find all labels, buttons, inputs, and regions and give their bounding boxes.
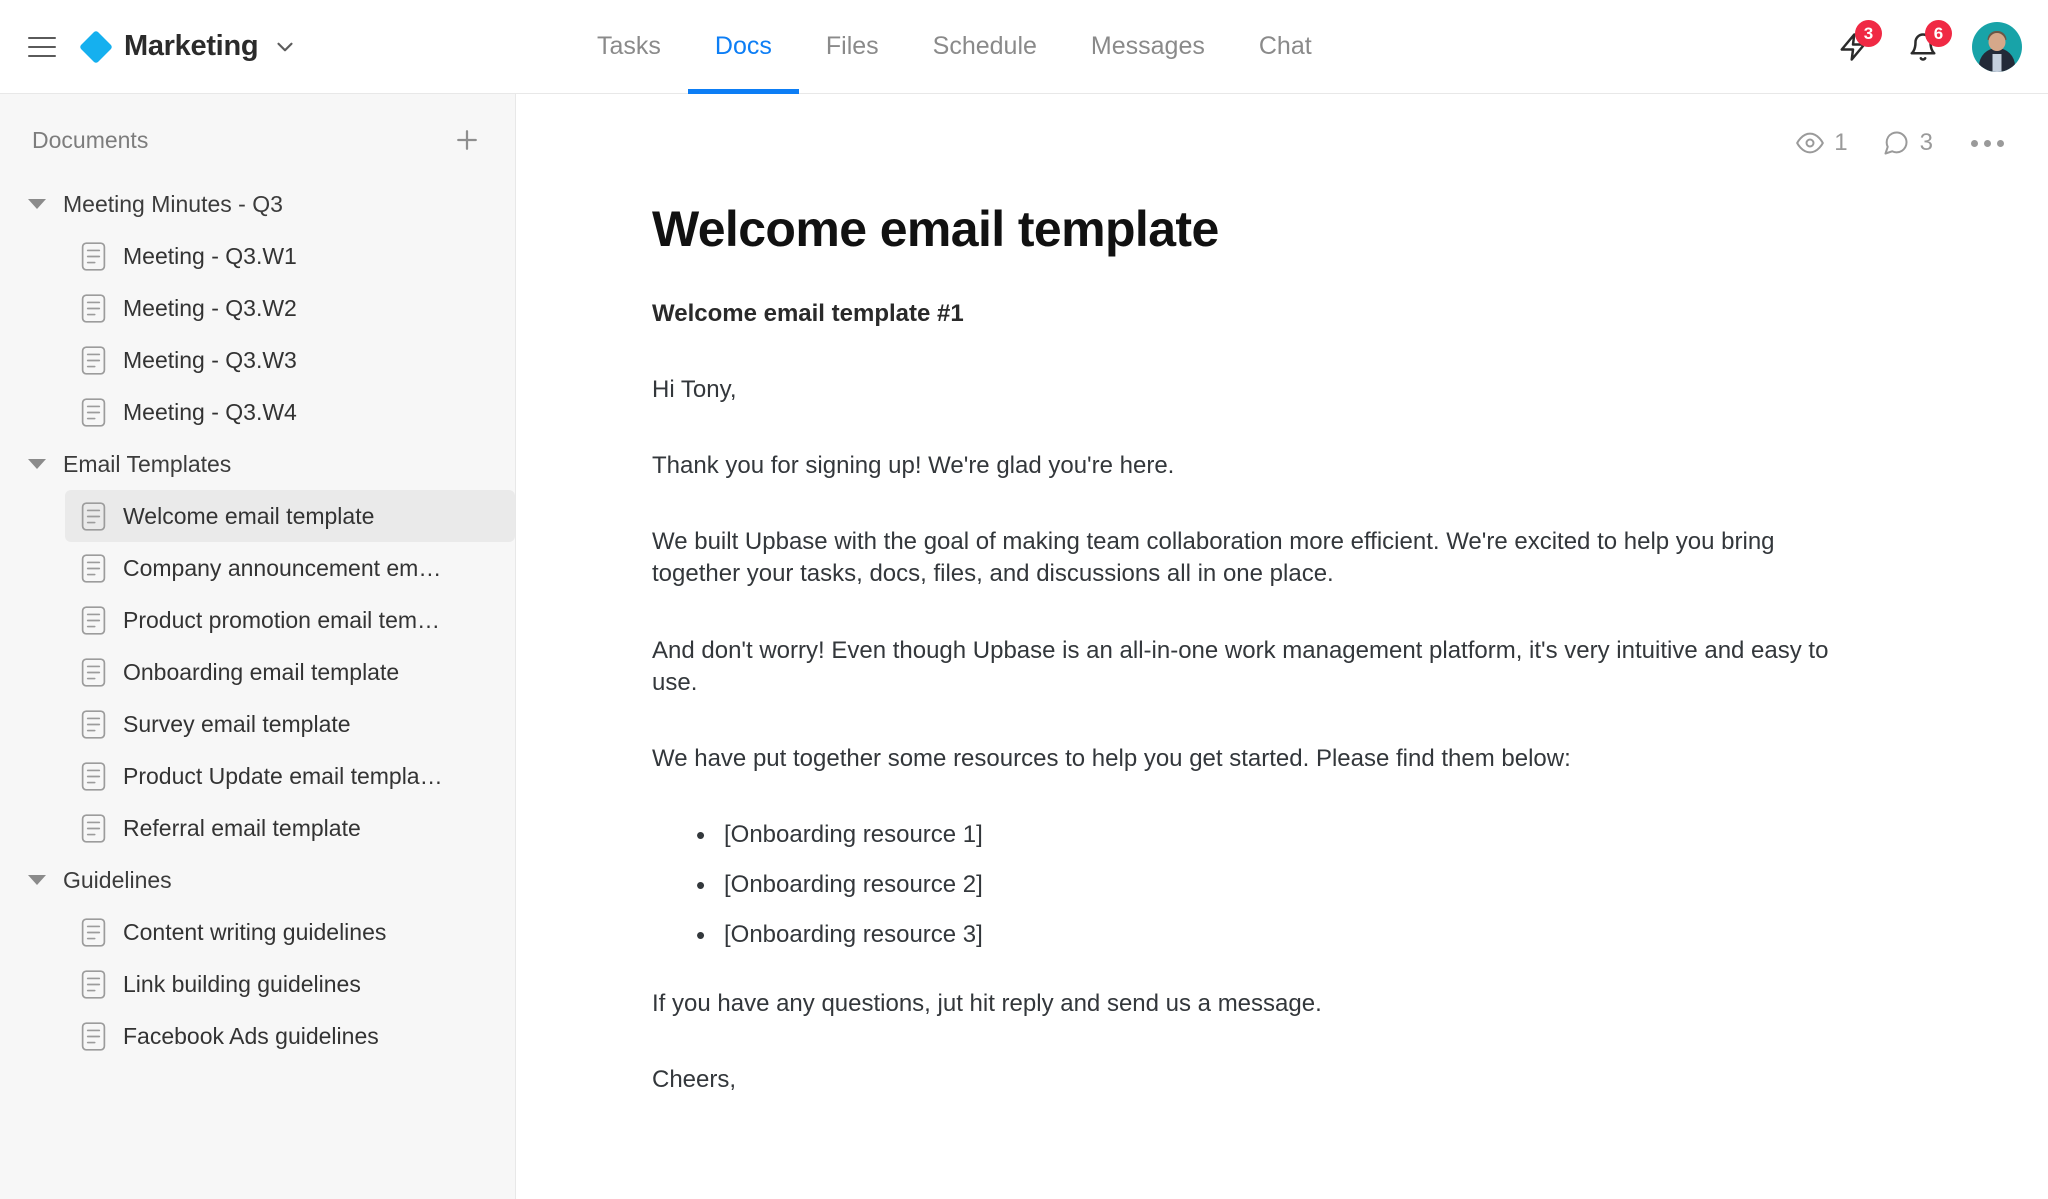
document-viewer: 1 3 Welcome email template Welcome email…	[517, 94, 2048, 1199]
document-icon	[81, 294, 106, 323]
documents-sidebar: Documents Meeting Minutes - Q3 Meeting - …	[0, 94, 516, 1199]
sidebar-item-label: Meeting - Q3.W1	[123, 243, 297, 270]
sidebar-item-label: Referral email template	[123, 815, 361, 842]
sidebar-item-onboarding-email-template[interactable]: Onboarding email template	[65, 646, 515, 698]
paragraph-thanks: Thank you for signing up! We're glad you…	[652, 450, 1832, 482]
document-icon	[81, 398, 106, 427]
paragraph-mission: We built Upbase with the goal of making …	[652, 526, 1832, 590]
sidebar-item-product-update-email-templa[interactable]: Product Update email templa…	[65, 750, 515, 802]
caret-down-icon[interactable]	[28, 199, 46, 209]
document-content: Welcome email template Welcome email tem…	[517, 166, 2048, 1096]
user-avatar[interactable]	[1972, 22, 2022, 72]
document-subtitle: Welcome email template #1	[652, 300, 1958, 328]
workspace-logo-icon	[79, 30, 113, 64]
list-item: [Onboarding resource 3]	[652, 919, 1958, 951]
workspace-name: Marketing	[124, 30, 258, 63]
document-icon	[81, 502, 106, 531]
hamburger-menu-icon[interactable]	[22, 27, 62, 67]
sidebar-item-label: Company announcement em…	[123, 555, 441, 582]
list-item: [Onboarding resource 2]	[652, 869, 1958, 901]
document-icon	[81, 658, 106, 687]
header-actions: 3 6	[1832, 22, 2048, 72]
tab-chat[interactable]: Chat	[1232, 0, 1339, 94]
sidebar-item-meeting-q3-w4[interactable]: Meeting - Q3.W4	[65, 386, 515, 438]
document-icon	[81, 762, 106, 791]
sidebar-item-label: Product promotion email tem…	[123, 607, 440, 634]
document-icon	[81, 1022, 106, 1051]
sidebar-group-meeting-minutes-q3[interactable]: Meeting Minutes - Q3	[0, 178, 515, 230]
plus-icon	[452, 125, 482, 155]
sidebar-item-label: Product Update email templa…	[123, 763, 443, 790]
sidebar-item-label: Meeting - Q3.W3	[123, 347, 297, 374]
document-icon	[81, 242, 106, 271]
sidebar-header: Documents	[0, 94, 515, 170]
view-count[interactable]: 1	[1796, 129, 1847, 157]
tab-messages[interactable]: Messages	[1064, 0, 1232, 94]
sidebar-item-referral-email-template[interactable]: Referral email template	[65, 802, 515, 854]
view-count-value: 1	[1834, 129, 1847, 157]
tab-schedule[interactable]: Schedule	[906, 0, 1064, 94]
document-toolbar: 1 3	[517, 94, 2048, 166]
eye-icon	[1796, 129, 1824, 157]
chevron-down-icon[interactable]	[272, 34, 298, 60]
document-icon	[81, 710, 106, 739]
sidebar-group-label: Meeting Minutes - Q3	[63, 191, 283, 218]
sidebar-title: Documents	[32, 127, 148, 154]
tab-docs[interactable]: Docs	[688, 0, 799, 94]
sidebar-item-content-writing-guidelines[interactable]: Content writing guidelines	[65, 906, 515, 958]
sidebar-item-meeting-q3-w2[interactable]: Meeting - Q3.W2	[65, 282, 515, 334]
document-title: Welcome email template	[652, 200, 1958, 258]
document-icon	[81, 970, 106, 999]
sidebar-item-label: Link building guidelines	[123, 971, 361, 998]
sidebar-item-label: Content writing guidelines	[123, 919, 386, 946]
bell-badge-count: 6	[1925, 20, 1952, 47]
more-options-button[interactable]	[1967, 134, 2008, 153]
app-header: Marketing Tasks Docs Files Schedule Mess…	[0, 0, 2048, 94]
paragraph-resources-intro: We have put together some resources to h…	[652, 743, 1832, 775]
sidebar-item-meeting-q3-w3[interactable]: Meeting - Q3.W3	[65, 334, 515, 386]
sidebar-item-label: Meeting - Q3.W2	[123, 295, 297, 322]
tab-tasks[interactable]: Tasks	[570, 0, 688, 94]
add-document-button[interactable]	[449, 122, 485, 158]
sidebar-item-facebook-ads-guidelines[interactable]: Facebook Ads guidelines	[65, 1010, 515, 1062]
sidebar-item-survey-email-template[interactable]: Survey email template	[65, 698, 515, 750]
sidebar-item-label: Facebook Ads guidelines	[123, 1023, 379, 1050]
sidebar-item-label: Welcome email template	[123, 503, 374, 530]
paragraph-questions: If you have any questions, jut hit reply…	[652, 988, 1832, 1020]
list-item: [Onboarding resource 1]	[652, 819, 1958, 851]
notifications-button[interactable]: 6	[1902, 26, 1944, 68]
caret-down-icon[interactable]	[28, 459, 46, 469]
sidebar-item-link-building-guidelines[interactable]: Link building guidelines	[65, 958, 515, 1010]
tab-files[interactable]: Files	[799, 0, 906, 94]
paragraph-signoff: Cheers,	[652, 1064, 1832, 1096]
caret-down-icon[interactable]	[28, 875, 46, 885]
paragraph-reassurance: And don't worry! Even though Upbase is a…	[652, 635, 1832, 699]
bolt-badge-count: 3	[1855, 20, 1882, 47]
sidebar-item-welcome-email-template[interactable]: Welcome email template	[65, 490, 515, 542]
document-icon	[81, 918, 106, 947]
document-icon	[81, 814, 106, 843]
paragraph-greeting: Hi Tony,	[652, 374, 1832, 406]
comment-count-value: 3	[1920, 129, 1933, 157]
sidebar-group-label: Email Templates	[63, 451, 231, 478]
header-brand-area: Marketing	[0, 27, 516, 67]
comment-count[interactable]: 3	[1882, 129, 1933, 157]
document-tree: Meeting Minutes - Q3 Meeting - Q3.W1 Meeti…	[0, 170, 515, 1062]
main-nav-tabs: Tasks Docs Files Schedule Messages Chat	[516, 0, 1832, 94]
document-icon	[81, 554, 106, 583]
comment-icon	[1882, 129, 1910, 157]
sidebar-item-label: Onboarding email template	[123, 659, 399, 686]
sidebar-item-label: Meeting - Q3.W4	[123, 399, 297, 426]
sidebar-group-email-templates[interactable]: Email Templates	[0, 438, 515, 490]
activity-bolt-button[interactable]: 3	[1832, 26, 1874, 68]
sidebar-item-label: Survey email template	[123, 711, 351, 738]
sidebar-group-guidelines[interactable]: Guidelines	[0, 854, 515, 906]
sidebar-item-company-announcement-em[interactable]: Company announcement em…	[65, 542, 515, 594]
sidebar-group-label: Guidelines	[63, 867, 172, 894]
sidebar-item-product-promotion-email-tem[interactable]: Product promotion email tem…	[65, 594, 515, 646]
resource-list: [Onboarding resource 1] [Onboarding resou…	[652, 819, 1958, 951]
document-icon	[81, 346, 106, 375]
sidebar-item-meeting-q3-w1[interactable]: Meeting - Q3.W1	[65, 230, 515, 282]
document-icon	[81, 606, 106, 635]
